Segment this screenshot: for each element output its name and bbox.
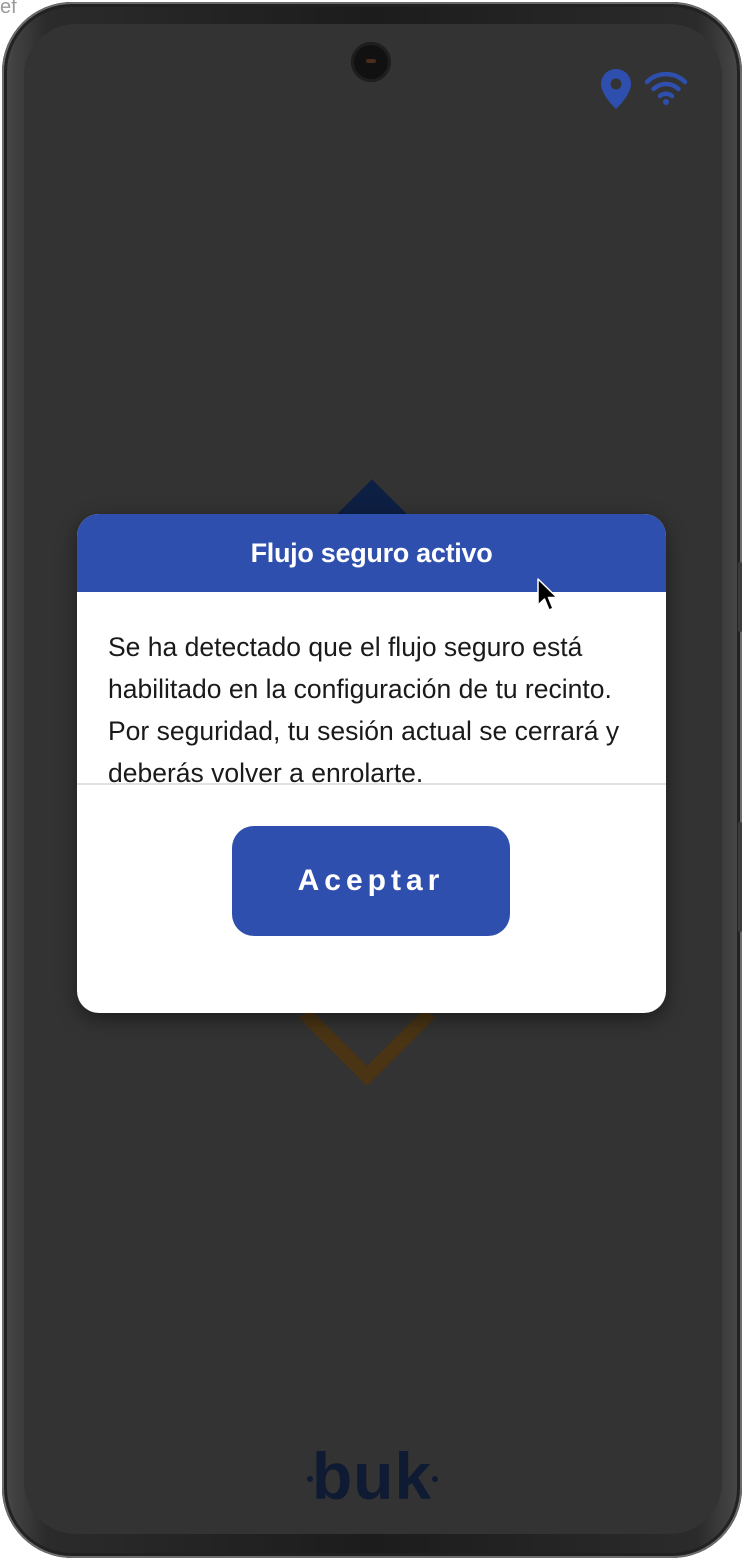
window-corner-text: ef: [0, 0, 17, 18]
dialog-message: Se ha detectado que el flujo seguro está…: [108, 632, 620, 788]
volume-button: [738, 822, 742, 932]
dialog-title: Flujo seguro activo: [250, 537, 493, 568]
dialog-header: Flujo seguro activo: [77, 514, 666, 592]
phone-frame: buk Flujo seguro activo Se ha detectado …: [2, 2, 742, 1558]
dialog-footer: Aceptar: [77, 785, 666, 1011]
brand-logo-dot-right: [432, 1476, 438, 1482]
mouse-cursor-icon: [537, 578, 558, 611]
wifi-icon: [644, 71, 688, 105]
location-pin-icon: [601, 69, 631, 109]
phone-screen: buk Flujo seguro activo Se ha detectado …: [24, 24, 722, 1534]
front-camera: [351, 42, 391, 82]
secure-flow-dialog: Flujo seguro activo Se ha detectado que …: [77, 514, 666, 1013]
brand-logo: buk: [311, 1439, 433, 1513]
emulator-viewport: ef buk Flujo seguro activo Se ha detecta…: [0, 0, 744, 1560]
power-button: [738, 562, 742, 632]
dialog-body: Se ha detectado que el flujo seguro está…: [77, 592, 666, 788]
accept-button[interactable]: Aceptar: [232, 826, 510, 936]
